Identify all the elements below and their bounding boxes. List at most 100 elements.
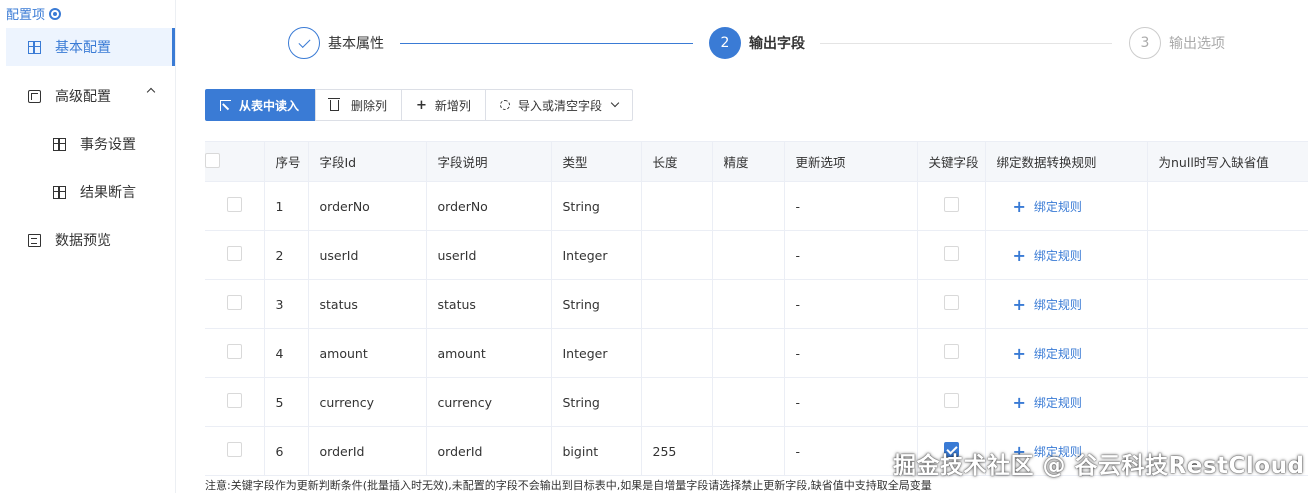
sidebar-item-transaction-settings[interactable]: 事务设置 [53,133,136,155]
row-select-checkbox[interactable] [226,246,242,261]
button-label: 从表中读入 [239,98,300,113]
step-basic-properties[interactable]: 基本属性 [288,27,384,59]
cell-length [641,230,713,280]
plus-icon: + [1012,294,1026,314]
add-column-button[interactable]: + 新增列 [401,89,486,121]
button-label: 新增列 [434,98,471,113]
button-label: 导入或清空字段 [517,98,602,113]
chevron-down-icon [610,98,620,108]
cell-field-id: orderId [308,426,427,476]
bind-rule-label: 绑定规则 [1033,297,1082,312]
row-select-checkbox[interactable] [226,442,242,457]
column-header: 字段Id [308,141,427,182]
table-body: 1 orderNo orderNo String - + 绑定规则 2 userId userId… [205,181,1308,476]
cell-field-desc: orderNo [426,181,552,231]
key-field-checkbox[interactable] [943,295,959,310]
cell-index: 4 [264,328,309,378]
cell-precision [712,426,785,476]
cell-field-desc: currency [426,377,552,427]
cell-type: bigint [551,426,642,476]
table-cell: + 绑定规则 [985,230,1148,280]
cell-update-option: - [784,328,918,378]
key-field-checkbox[interactable] [943,246,959,261]
bind-rule-link[interactable]: + 绑定规则 [1013,344,1082,363]
bind-rule-label: 绑定规则 [1033,346,1082,361]
sidebar-item-advanced-config[interactable]: 高级配置 [28,85,168,107]
cell-length [641,181,713,231]
cell-index: 2 [264,230,309,280]
key-field-checkbox[interactable] [943,197,959,212]
column-header: 字段说明 [426,141,552,182]
chevron-up-icon [146,87,156,97]
bind-rule-link[interactable]: + 绑定规则 [1013,393,1082,412]
sidebar-item-data-preview[interactable]: 数据预览 [28,229,111,251]
read-from-table-button[interactable]: 从表中读入 [205,89,316,121]
table-cell [917,377,986,427]
bind-rule-label: 绑定规则 [1033,395,1082,410]
bind-rule-label: 绑定规则 [1033,248,1082,263]
bind-rule-link[interactable]: + 绑定规则 [1013,246,1082,265]
step-connector [400,43,693,44]
toolbar: 从表中读入 删除列 + 新增列 导入或清空字段 [205,89,633,121]
sidebar-title: 配置项 [6,4,62,23]
check-icon [297,35,311,48]
delete-column-button[interactable]: 删除列 [315,89,403,121]
cell-precision [712,328,785,378]
import-clear-fields-dropdown[interactable]: 导入或清空字段 [484,89,633,121]
key-field-checkbox[interactable] [943,393,959,408]
column-header: 为null时写入缺省值 [1147,141,1308,182]
plus-icon: + [1012,245,1026,265]
document-icon [28,233,41,247]
row-select-checkbox[interactable] [226,344,242,359]
bind-rule-label: 绑定规则 [1033,199,1082,214]
table-row: 1 orderNo orderNo String - + 绑定规则 [205,181,1308,231]
plus-icon: + [1012,343,1026,363]
cell-null-default [1147,181,1308,231]
sidebar-item-label: 事务设置 [80,137,136,153]
sidebar-item-label: 结果断言 [80,185,136,201]
column-header: 序号 [264,141,309,182]
cell-precision [712,230,785,280]
table-row: 5 currency currency String - + 绑定规则 [205,377,1308,427]
cube-icon [28,89,41,103]
row-select-checkbox[interactable] [226,295,242,310]
select-all-checkbox[interactable] [205,152,220,168]
cell-type: String [551,181,642,231]
row-select-checkbox[interactable] [226,393,242,408]
step-output-fields[interactable]: 2 输出字段 [709,27,805,59]
cell-update-option: - [784,230,918,280]
bind-rule-link[interactable]: + 绑定规则 [1013,197,1082,216]
table-cell: + 绑定规则 [985,328,1148,378]
cell-null-default [1147,230,1308,280]
cell-length [641,328,713,378]
cell-length: 255 [641,426,713,476]
sidebar-item-basic-config[interactable]: 基本配置 [6,28,175,66]
table-row: 2 userId userId Integer - + 绑定规则 [205,230,1308,280]
cell-type: String [551,377,642,427]
table-cell [205,328,265,378]
cell-type: Integer [551,230,642,280]
plus-icon: + [1012,196,1026,216]
bind-rule-link[interactable]: + 绑定规则 [1013,295,1082,314]
step-output-options[interactable]: 3 输出选项 [1129,27,1225,59]
step-label: 基本属性 [328,36,384,52]
plus-icon: + [416,97,427,113]
sidebar-item-result-assertion[interactable]: 结果断言 [53,181,136,203]
row-select-checkbox[interactable] [226,197,242,212]
cell-null-default [1147,279,1308,329]
grid-icon [53,137,66,151]
sidebar: 配置项 基本配置 高级配置 事务设置 结果断言 数据预览 [0,0,176,493]
cell-precision [712,279,785,329]
cell-field-desc: userId [426,230,552,280]
table-cell [917,230,986,280]
cell-null-default [1147,377,1308,427]
cell-index: 5 [264,377,309,427]
table-cell [205,230,265,280]
settings-circle-icon[interactable] [49,7,62,20]
column-header: 类型 [551,141,642,182]
column-header: 精度 [712,141,785,182]
cell-length [641,279,713,329]
cell-type: Integer [551,328,642,378]
key-field-checkbox[interactable] [943,344,959,359]
grid-icon [53,185,66,199]
